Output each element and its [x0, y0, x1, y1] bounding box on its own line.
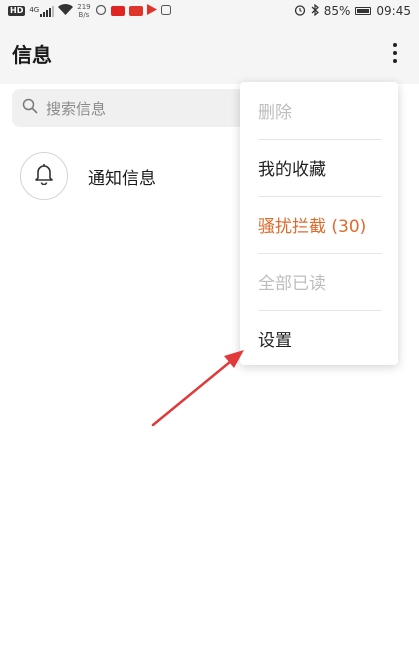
hd-badge: HD [8, 6, 26, 16]
status-bar-left: HD 4G 219 B/s [8, 3, 171, 19]
search-placeholder: 搜索信息 [46, 99, 107, 118]
menu-item-delete[interactable]: 删除 [240, 82, 398, 139]
bluetooth-icon [311, 3, 319, 19]
more-dot-icon [393, 59, 397, 63]
menu-item-harassment-block[interactable]: 骚扰拦截 (30) [240, 196, 398, 253]
signal-icon: 4G [29, 5, 55, 17]
battery-icon [355, 7, 372, 15]
search-input[interactable]: 搜索信息 [12, 89, 262, 127]
clock: 09:45 [376, 4, 411, 18]
net-speed-unit: B/s [78, 11, 90, 19]
play-app-icon [146, 4, 157, 18]
list-item-notifications[interactable]: 通知信息 [20, 152, 156, 200]
net-speed: 219 B/s [77, 3, 90, 19]
net-speed-value: 219 [77, 3, 91, 11]
phone-screen: HD 4G 219 B/s 85% 09:45 信息 搜索信息 通知信息 删除 … [0, 0, 419, 661]
overflow-menu: 删除 我的收藏 骚扰拦截 (30) 全部已读 设置 [240, 82, 398, 365]
app-header: 信息 [0, 22, 419, 84]
menu-item-label: 我的收藏 [258, 160, 326, 180]
signal-label: 4G [29, 5, 40, 14]
status-bar: HD 4G 219 B/s 85% 09:45 [0, 0, 419, 22]
notification-avatar [20, 152, 68, 200]
search-icon [22, 98, 38, 118]
alarm-icon [294, 4, 306, 19]
app-badge-icon [110, 6, 125, 16]
wifi-icon [58, 4, 74, 18]
menu-item-label: 骚扰拦截 (30) [258, 217, 367, 237]
small-app-icon [160, 4, 171, 18]
video-app-icon [128, 6, 143, 16]
status-bar-right: 85% 09:45 [294, 3, 411, 19]
list-item-label: 通知信息 [88, 168, 156, 189]
bell-icon [34, 163, 54, 189]
battery-percent: 85% [323, 4, 351, 18]
page-title: 信息 [12, 42, 52, 67]
notification-app-icon [95, 4, 107, 19]
menu-item-label: 删除 [258, 103, 292, 123]
menu-item-settings[interactable]: 设置 [240, 310, 398, 367]
menu-item-mark-all-read[interactable]: 全部已读 [240, 253, 398, 310]
more-options-button[interactable] [383, 38, 407, 68]
more-dot-icon [393, 51, 397, 55]
menu-item-label: 全部已读 [258, 274, 326, 294]
menu-item-label: 设置 [258, 331, 292, 351]
menu-item-favorites[interactable]: 我的收藏 [240, 139, 398, 196]
more-dot-icon [393, 43, 397, 47]
